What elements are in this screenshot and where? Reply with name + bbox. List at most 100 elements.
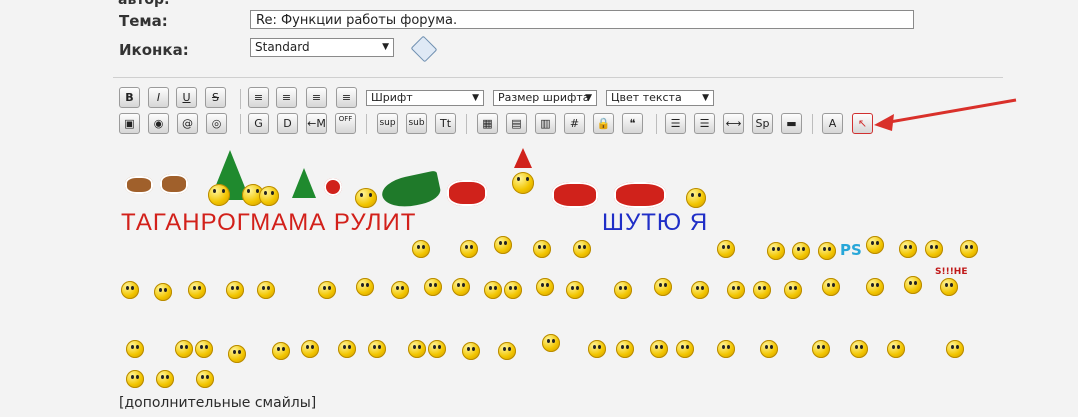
smiley[interactable]: [614, 281, 632, 299]
table-button[interactable]: ▦: [477, 113, 498, 134]
lock-button[interactable]: 🔒: [593, 113, 614, 134]
hr-button[interactable]: ⟷: [723, 113, 744, 134]
smiley[interactable]: [494, 236, 512, 254]
smiley[interactable]: [126, 340, 144, 358]
smiley[interactable]: [121, 281, 139, 299]
list-button[interactable]: ☰: [665, 113, 686, 134]
smiley[interactable]: [391, 281, 409, 299]
subject-input[interactable]: Re: Функции работы форума.: [250, 10, 914, 29]
smiley[interactable]: [925, 240, 943, 258]
smiley[interactable]: [504, 281, 522, 299]
smiley[interactable]: [946, 340, 964, 358]
smiley[interactable]: [784, 281, 802, 299]
subscript-button[interactable]: sub: [406, 113, 427, 134]
santa-smiley[interactable]: [447, 180, 487, 206]
santa-group-smiley[interactable]: [614, 182, 666, 208]
font-size-select[interactable]: Размер шрифта ▼: [493, 90, 597, 106]
icon-select[interactable]: Standard ▼: [250, 38, 394, 57]
smiley[interactable]: [338, 340, 356, 358]
smiley[interactable]: [760, 340, 778, 358]
shadow-button[interactable]: D: [277, 113, 298, 134]
smiley[interactable]: [452, 278, 470, 296]
smiley[interactable]: [356, 278, 374, 296]
link-button[interactable]: ◉: [148, 113, 169, 134]
small-tree-smiley[interactable]: [292, 168, 316, 198]
teletype-button[interactable]: Tt: [435, 113, 456, 134]
smiley[interactable]: [573, 240, 591, 258]
text-color-select[interactable]: Цвет текста ▼: [606, 90, 714, 106]
italic-button[interactable]: I: [148, 87, 169, 108]
align-center-button[interactable]: ≡: [306, 87, 327, 108]
ps-smiley-label[interactable]: PS: [840, 241, 862, 259]
smiley[interactable]: [686, 188, 706, 208]
smiley[interactable]: [257, 281, 275, 299]
smiley[interactable]: [424, 278, 442, 296]
smiley[interactable]: [866, 236, 884, 254]
smiley[interactable]: [228, 345, 246, 363]
smiley[interactable]: [533, 240, 551, 258]
underline-button[interactable]: U: [176, 87, 197, 108]
smiley[interactable]: [753, 281, 771, 299]
smiley[interactable]: [904, 276, 922, 294]
more-smileys-link[interactable]: [дополнительные смайлы]: [119, 395, 316, 411]
smiley[interactable]: [616, 340, 634, 358]
fallen-tree-smiley[interactable]: [379, 170, 443, 212]
smiley[interactable]: [691, 281, 709, 299]
smiley[interactable]: [226, 281, 244, 299]
smiley[interactable]: [940, 278, 958, 296]
sign-smiley-label[interactable]: S!!!HE: [935, 267, 967, 277]
smiley[interactable]: [650, 340, 668, 358]
email-button[interactable]: @: [177, 113, 198, 134]
smiley[interactable]: [408, 340, 426, 358]
smiley[interactable]: [717, 340, 735, 358]
smiley[interactable]: [428, 340, 446, 358]
table-row-button[interactable]: ▤: [506, 113, 527, 134]
media-button[interactable]: ▬: [781, 113, 802, 134]
align-left-button[interactable]: ≡: [248, 87, 269, 108]
smiley[interactable]: [462, 342, 480, 360]
santa-couple-smiley[interactable]: [552, 182, 598, 208]
smiley[interactable]: [812, 340, 830, 358]
smiley[interactable]: [460, 240, 478, 258]
smiley[interactable]: [792, 242, 810, 260]
smiley[interactable]: [318, 281, 336, 299]
smiley[interactable]: [498, 342, 516, 360]
smiley[interactable]: [196, 370, 214, 388]
superscript-button[interactable]: sup: [377, 113, 398, 134]
smiley[interactable]: [566, 281, 584, 299]
bold-button[interactable]: B: [119, 87, 140, 108]
hash-button[interactable]: #: [564, 113, 585, 134]
reindeer-smiley[interactable]: [160, 174, 188, 194]
smiley[interactable]: [355, 188, 377, 208]
santa-hat-smiley[interactable]: [512, 172, 534, 194]
align-right-button[interactable]: ≡: [336, 87, 357, 108]
smiley[interactable]: [195, 340, 213, 358]
smiley[interactable]: [887, 340, 905, 358]
smiley[interactable]: [188, 281, 206, 299]
santa-hat-smiley[interactable]: [324, 178, 342, 196]
smiley[interactable]: [818, 242, 836, 260]
glow-button[interactable]: G: [248, 113, 269, 134]
web-button[interactable]: ◎: [206, 113, 227, 134]
smiley[interactable]: [960, 240, 978, 258]
smiley[interactable]: [727, 281, 745, 299]
smiley[interactable]: [272, 342, 290, 360]
quote-button[interactable]: ❝: [622, 113, 643, 134]
offtopic-button[interactable]: OFF: [335, 113, 356, 134]
smiley[interactable]: [717, 240, 735, 258]
smiley[interactable]: [156, 370, 174, 388]
table-column-button[interactable]: ▥: [535, 113, 556, 134]
smiley[interactable]: [536, 278, 554, 296]
font-select[interactable]: Шрифт ▼: [366, 90, 484, 106]
smiley[interactable]: [542, 334, 560, 352]
smiley[interactable]: [676, 340, 694, 358]
smiley[interactable]: [767, 242, 785, 260]
strike-button[interactable]: S: [205, 87, 226, 108]
smiley[interactable]: [866, 278, 884, 296]
smiley[interactable]: [175, 340, 193, 358]
smiley[interactable]: [368, 340, 386, 358]
smiley[interactable]: [822, 278, 840, 296]
image-button[interactable]: ▣: [119, 113, 140, 134]
smiley[interactable]: [126, 370, 144, 388]
smiley[interactable]: [588, 340, 606, 358]
